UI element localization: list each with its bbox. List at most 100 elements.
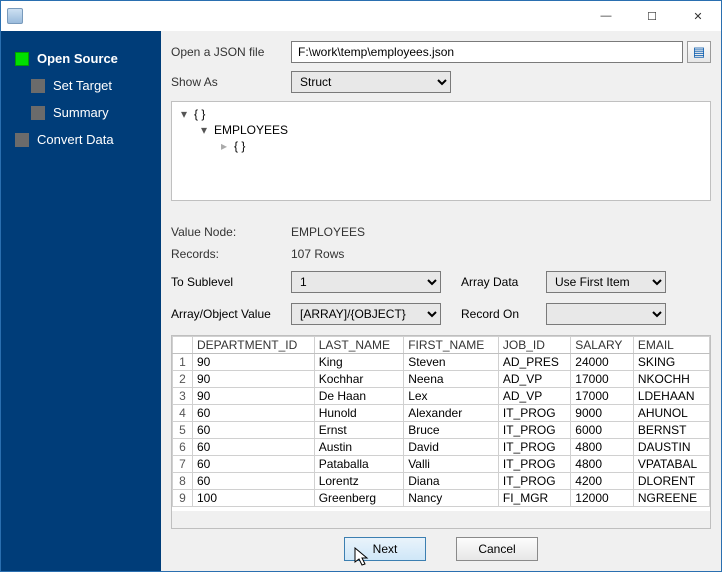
grid-cell[interactable]: Hunold bbox=[314, 405, 404, 422]
grid-cell[interactable]: 60 bbox=[193, 439, 315, 456]
tree-node-root[interactable]: ▾ { } bbox=[178, 106, 704, 122]
caret-right-icon[interactable]: ▸ bbox=[218, 139, 230, 153]
grid-cell[interactable]: Diana bbox=[404, 473, 499, 490]
grid-horizontal-scrollbar[interactable] bbox=[172, 511, 710, 528]
grid-cell[interactable]: Bruce bbox=[404, 422, 499, 439]
to-sublevel-select[interactable]: 1 bbox=[291, 271, 441, 293]
grid-cell[interactable]: 60 bbox=[193, 456, 315, 473]
grid-cell[interactable]: Steven bbox=[404, 354, 499, 371]
grid-cell[interactable]: SKING bbox=[633, 354, 709, 371]
grid-cell[interactable]: IT_PROG bbox=[498, 456, 570, 473]
grid-cell[interactable]: 90 bbox=[193, 371, 315, 388]
grid-cell[interactable]: BERNST bbox=[633, 422, 709, 439]
grid-cell[interactable]: NGREENE bbox=[633, 490, 709, 507]
grid-col-header[interactable]: DEPARTMENT_ID bbox=[193, 337, 315, 354]
tree-node-employees[interactable]: ▾ EMPLOYEES bbox=[178, 122, 704, 138]
grid-col-header[interactable]: SALARY bbox=[571, 337, 634, 354]
table-row[interactable]: 460HunoldAlexanderIT_PROG9000AHUNOL bbox=[173, 405, 710, 422]
grid-cell[interactable]: 90 bbox=[193, 354, 315, 371]
table-row[interactable]: 660AustinDavidIT_PROG4800DAUSTIN bbox=[173, 439, 710, 456]
grid-col-header[interactable]: LAST_NAME bbox=[314, 337, 404, 354]
grid-cell[interactable]: AD_PRES bbox=[498, 354, 570, 371]
table-row[interactable]: 290KochharNeenaAD_VP17000NKOCHH bbox=[173, 371, 710, 388]
grid-cell[interactable]: AD_VP bbox=[498, 388, 570, 405]
grid-cell[interactable]: Pataballa bbox=[314, 456, 404, 473]
grid-cell[interactable]: AD_VP bbox=[498, 371, 570, 388]
sidebar-step-set-target[interactable]: Set Target bbox=[1, 72, 161, 99]
grid-cell[interactable]: NKOCHH bbox=[633, 371, 709, 388]
grid-col-header[interactable]: FIRST_NAME bbox=[404, 337, 499, 354]
grid-cell[interactable]: 17000 bbox=[571, 371, 634, 388]
browse-file-button[interactable]: ▤ bbox=[687, 41, 711, 63]
table-row[interactable]: 760PataballaValliIT_PROG4800VPATABAL bbox=[173, 456, 710, 473]
sidebar-step-open-source[interactable]: Open Source bbox=[1, 45, 161, 72]
grid-cell[interactable]: DAUSTIN bbox=[633, 439, 709, 456]
cancel-button[interactable]: Cancel bbox=[456, 537, 538, 561]
show-as-select[interactable]: Struct bbox=[291, 71, 451, 93]
table-row[interactable]: 190KingStevenAD_PRES24000SKING bbox=[173, 354, 710, 371]
caret-down-icon[interactable]: ▾ bbox=[178, 107, 190, 121]
grid-cell[interactable]: Alexander bbox=[404, 405, 499, 422]
grid-cell[interactable]: 60 bbox=[193, 422, 315, 439]
grid-cell[interactable]: Valli bbox=[404, 456, 499, 473]
maximize-button[interactable]: ☐ bbox=[629, 1, 675, 31]
grid-cell[interactable]: 9000 bbox=[571, 405, 634, 422]
grid-cell[interactable]: LDEHAAN bbox=[633, 388, 709, 405]
grid-cell[interactable]: De Haan bbox=[314, 388, 404, 405]
grid-cell[interactable]: 90 bbox=[193, 388, 315, 405]
open-file-label: Open a JSON file bbox=[171, 45, 291, 59]
record-on-select[interactable] bbox=[546, 303, 666, 325]
grid-cell[interactable]: Austin bbox=[314, 439, 404, 456]
file-path-input[interactable] bbox=[291, 41, 683, 63]
grid-cell[interactable]: IT_PROG bbox=[498, 405, 570, 422]
grid-col-header[interactable]: JOB_ID bbox=[498, 337, 570, 354]
grid-cell[interactable]: Lex bbox=[404, 388, 499, 405]
next-button[interactable]: Next bbox=[344, 537, 426, 561]
array-data-select[interactable]: Use First Item bbox=[546, 271, 666, 293]
grid-cell[interactable]: 24000 bbox=[571, 354, 634, 371]
json-tree-view[interactable]: ▾ { } ▾ EMPLOYEES ▸ { } bbox=[171, 101, 711, 201]
app-window: — ☐ ✕ Open Source Set Target Summary Con… bbox=[0, 0, 722, 572]
grid-cell[interactable]: IT_PROG bbox=[498, 422, 570, 439]
row-index-cell: 8 bbox=[173, 473, 193, 490]
sidebar-step-summary[interactable]: Summary bbox=[1, 99, 161, 126]
array-object-select[interactable]: [ARRAY]/{OBJECT} bbox=[291, 303, 441, 325]
sidebar-step-convert-data[interactable]: Convert Data bbox=[1, 126, 161, 153]
grid-cell[interactable]: Greenberg bbox=[314, 490, 404, 507]
grid-cell[interactable]: Neena bbox=[404, 371, 499, 388]
grid-cell[interactable]: David bbox=[404, 439, 499, 456]
grid-cell[interactable]: 4800 bbox=[571, 456, 634, 473]
table-row[interactable]: 560ErnstBruceIT_PROG6000BERNST bbox=[173, 422, 710, 439]
grid-cell[interactable]: Kochhar bbox=[314, 371, 404, 388]
row-index-cell: 5 bbox=[173, 422, 193, 439]
table-row[interactable]: 390De HaanLexAD_VP17000LDEHAAN bbox=[173, 388, 710, 405]
caret-down-icon[interactable]: ▾ bbox=[198, 123, 210, 137]
step-label: Summary bbox=[53, 105, 109, 120]
grid-cell[interactable]: 4200 bbox=[571, 473, 634, 490]
grid-vertical-scroll[interactable]: DEPARTMENT_ID LAST_NAME FIRST_NAME JOB_I… bbox=[172, 336, 710, 511]
grid-cell[interactable]: 60 bbox=[193, 405, 315, 422]
tree-node-leaf[interactable]: ▸ { } bbox=[178, 138, 704, 154]
grid-cell[interactable]: AHUNOL bbox=[633, 405, 709, 422]
grid-cell[interactable]: 17000 bbox=[571, 388, 634, 405]
grid-cell[interactable]: IT_PROG bbox=[498, 473, 570, 490]
grid-cell[interactable]: Ernst bbox=[314, 422, 404, 439]
grid-cell[interactable]: 60 bbox=[193, 473, 315, 490]
close-button[interactable]: ✕ bbox=[675, 1, 721, 31]
grid-cell[interactable]: IT_PROG bbox=[498, 439, 570, 456]
grid-cell[interactable]: King bbox=[314, 354, 404, 371]
grid-cell[interactable]: 12000 bbox=[571, 490, 634, 507]
grid-cell[interactable]: 4800 bbox=[571, 439, 634, 456]
grid-col-header[interactable]: EMAIL bbox=[633, 337, 709, 354]
table-row[interactable]: 9100GreenbergNancyFI_MGR12000NGREENE bbox=[173, 490, 710, 507]
grid-cell[interactable]: 6000 bbox=[571, 422, 634, 439]
grid-cell[interactable]: VPATABAL bbox=[633, 456, 709, 473]
grid-cell[interactable]: FI_MGR bbox=[498, 490, 570, 507]
minimize-button[interactable]: — bbox=[583, 1, 629, 31]
table-row[interactable]: 860LorentzDianaIT_PROG4200DLORENT bbox=[173, 473, 710, 490]
grid-cell[interactable]: 100 bbox=[193, 490, 315, 507]
grid-cell[interactable]: Lorentz bbox=[314, 473, 404, 490]
grid-cell[interactable]: DLORENT bbox=[633, 473, 709, 490]
tree-horizontal-scrollbar[interactable] bbox=[171, 200, 711, 217]
grid-cell[interactable]: Nancy bbox=[404, 490, 499, 507]
